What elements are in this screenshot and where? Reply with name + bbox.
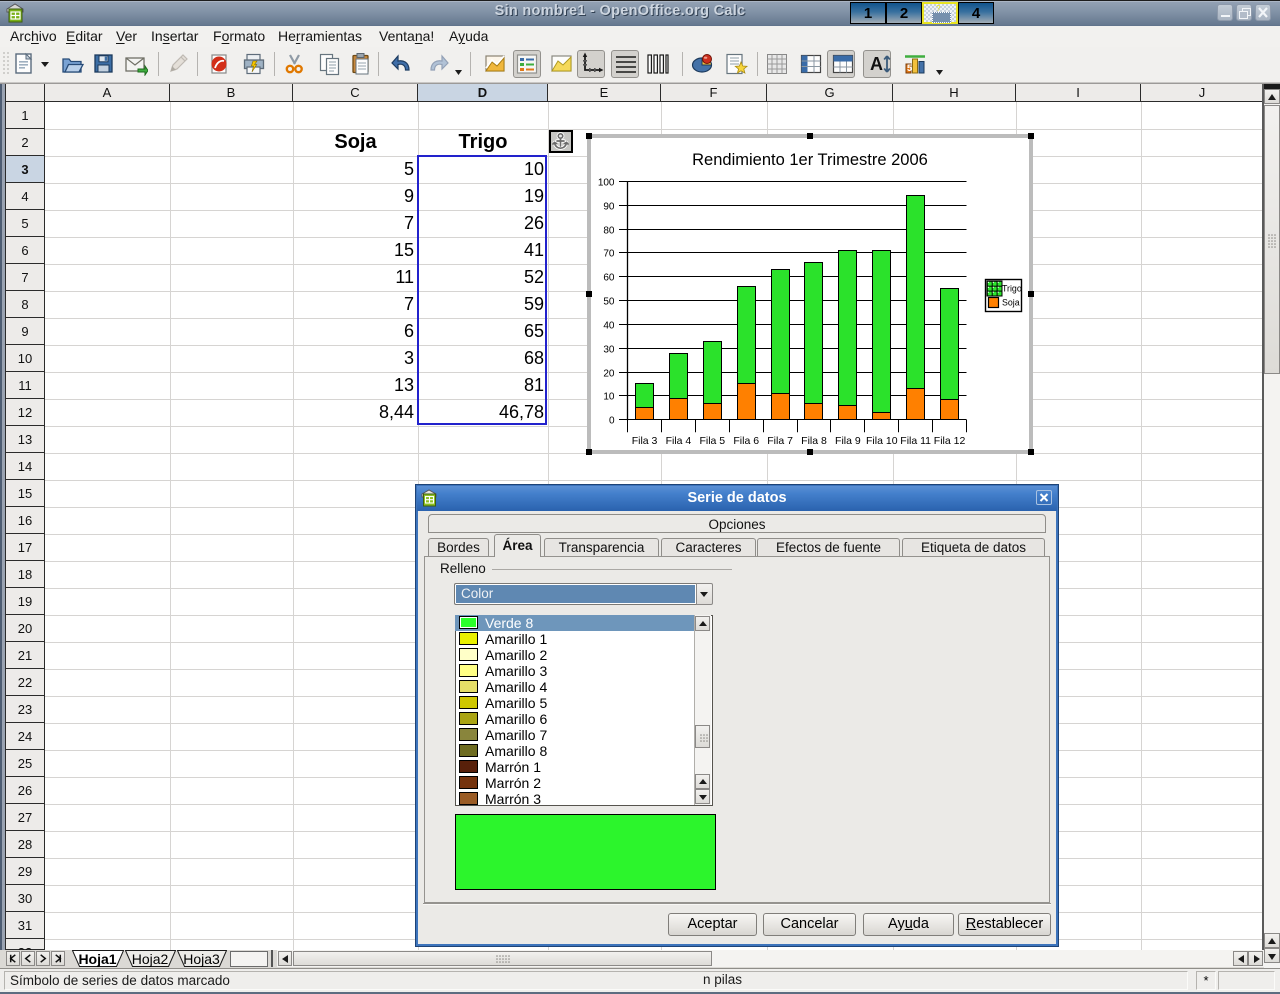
svg-text:A: A xyxy=(870,54,883,74)
svg-text:50: 50 xyxy=(603,297,615,308)
svg-text:Fila 3: Fila 3 xyxy=(632,435,658,447)
svg-text:90: 90 xyxy=(603,202,615,213)
svg-text:Fila 4: Fila 4 xyxy=(666,435,692,447)
svg-text:Fila 6: Fila 6 xyxy=(733,435,759,447)
svg-text:0: 0 xyxy=(609,416,615,427)
svg-text:30: 30 xyxy=(603,345,615,356)
svg-text:Fila 12: Fila 12 xyxy=(934,435,966,447)
svg-text:Fila 7: Fila 7 xyxy=(767,435,793,447)
svg-text:20: 20 xyxy=(603,369,615,380)
svg-text:40: 40 xyxy=(603,321,615,332)
svg-text:Fila 11: Fila 11 xyxy=(900,435,931,447)
svg-text:100: 100 xyxy=(598,178,615,189)
svg-text:Fila 5: Fila 5 xyxy=(699,435,725,447)
svg-text:Fila 8: Fila 8 xyxy=(801,435,827,447)
svg-text:Trigo: Trigo xyxy=(1002,284,1022,294)
svg-text:Rendimiento 1er Trimestre 2006: Rendimiento 1er Trimestre 2006 xyxy=(692,151,928,169)
svg-text:5: 5 xyxy=(907,63,912,73)
svg-text:60: 60 xyxy=(603,273,615,284)
svg-text:10: 10 xyxy=(603,392,615,403)
svg-text:Soja: Soja xyxy=(1002,298,1020,308)
svg-text:80: 80 xyxy=(603,226,615,237)
svg-text:Fila 10: Fila 10 xyxy=(866,435,898,447)
svg-text:70: 70 xyxy=(603,249,615,260)
svg-text:Fila 9: Fila 9 xyxy=(835,435,861,447)
